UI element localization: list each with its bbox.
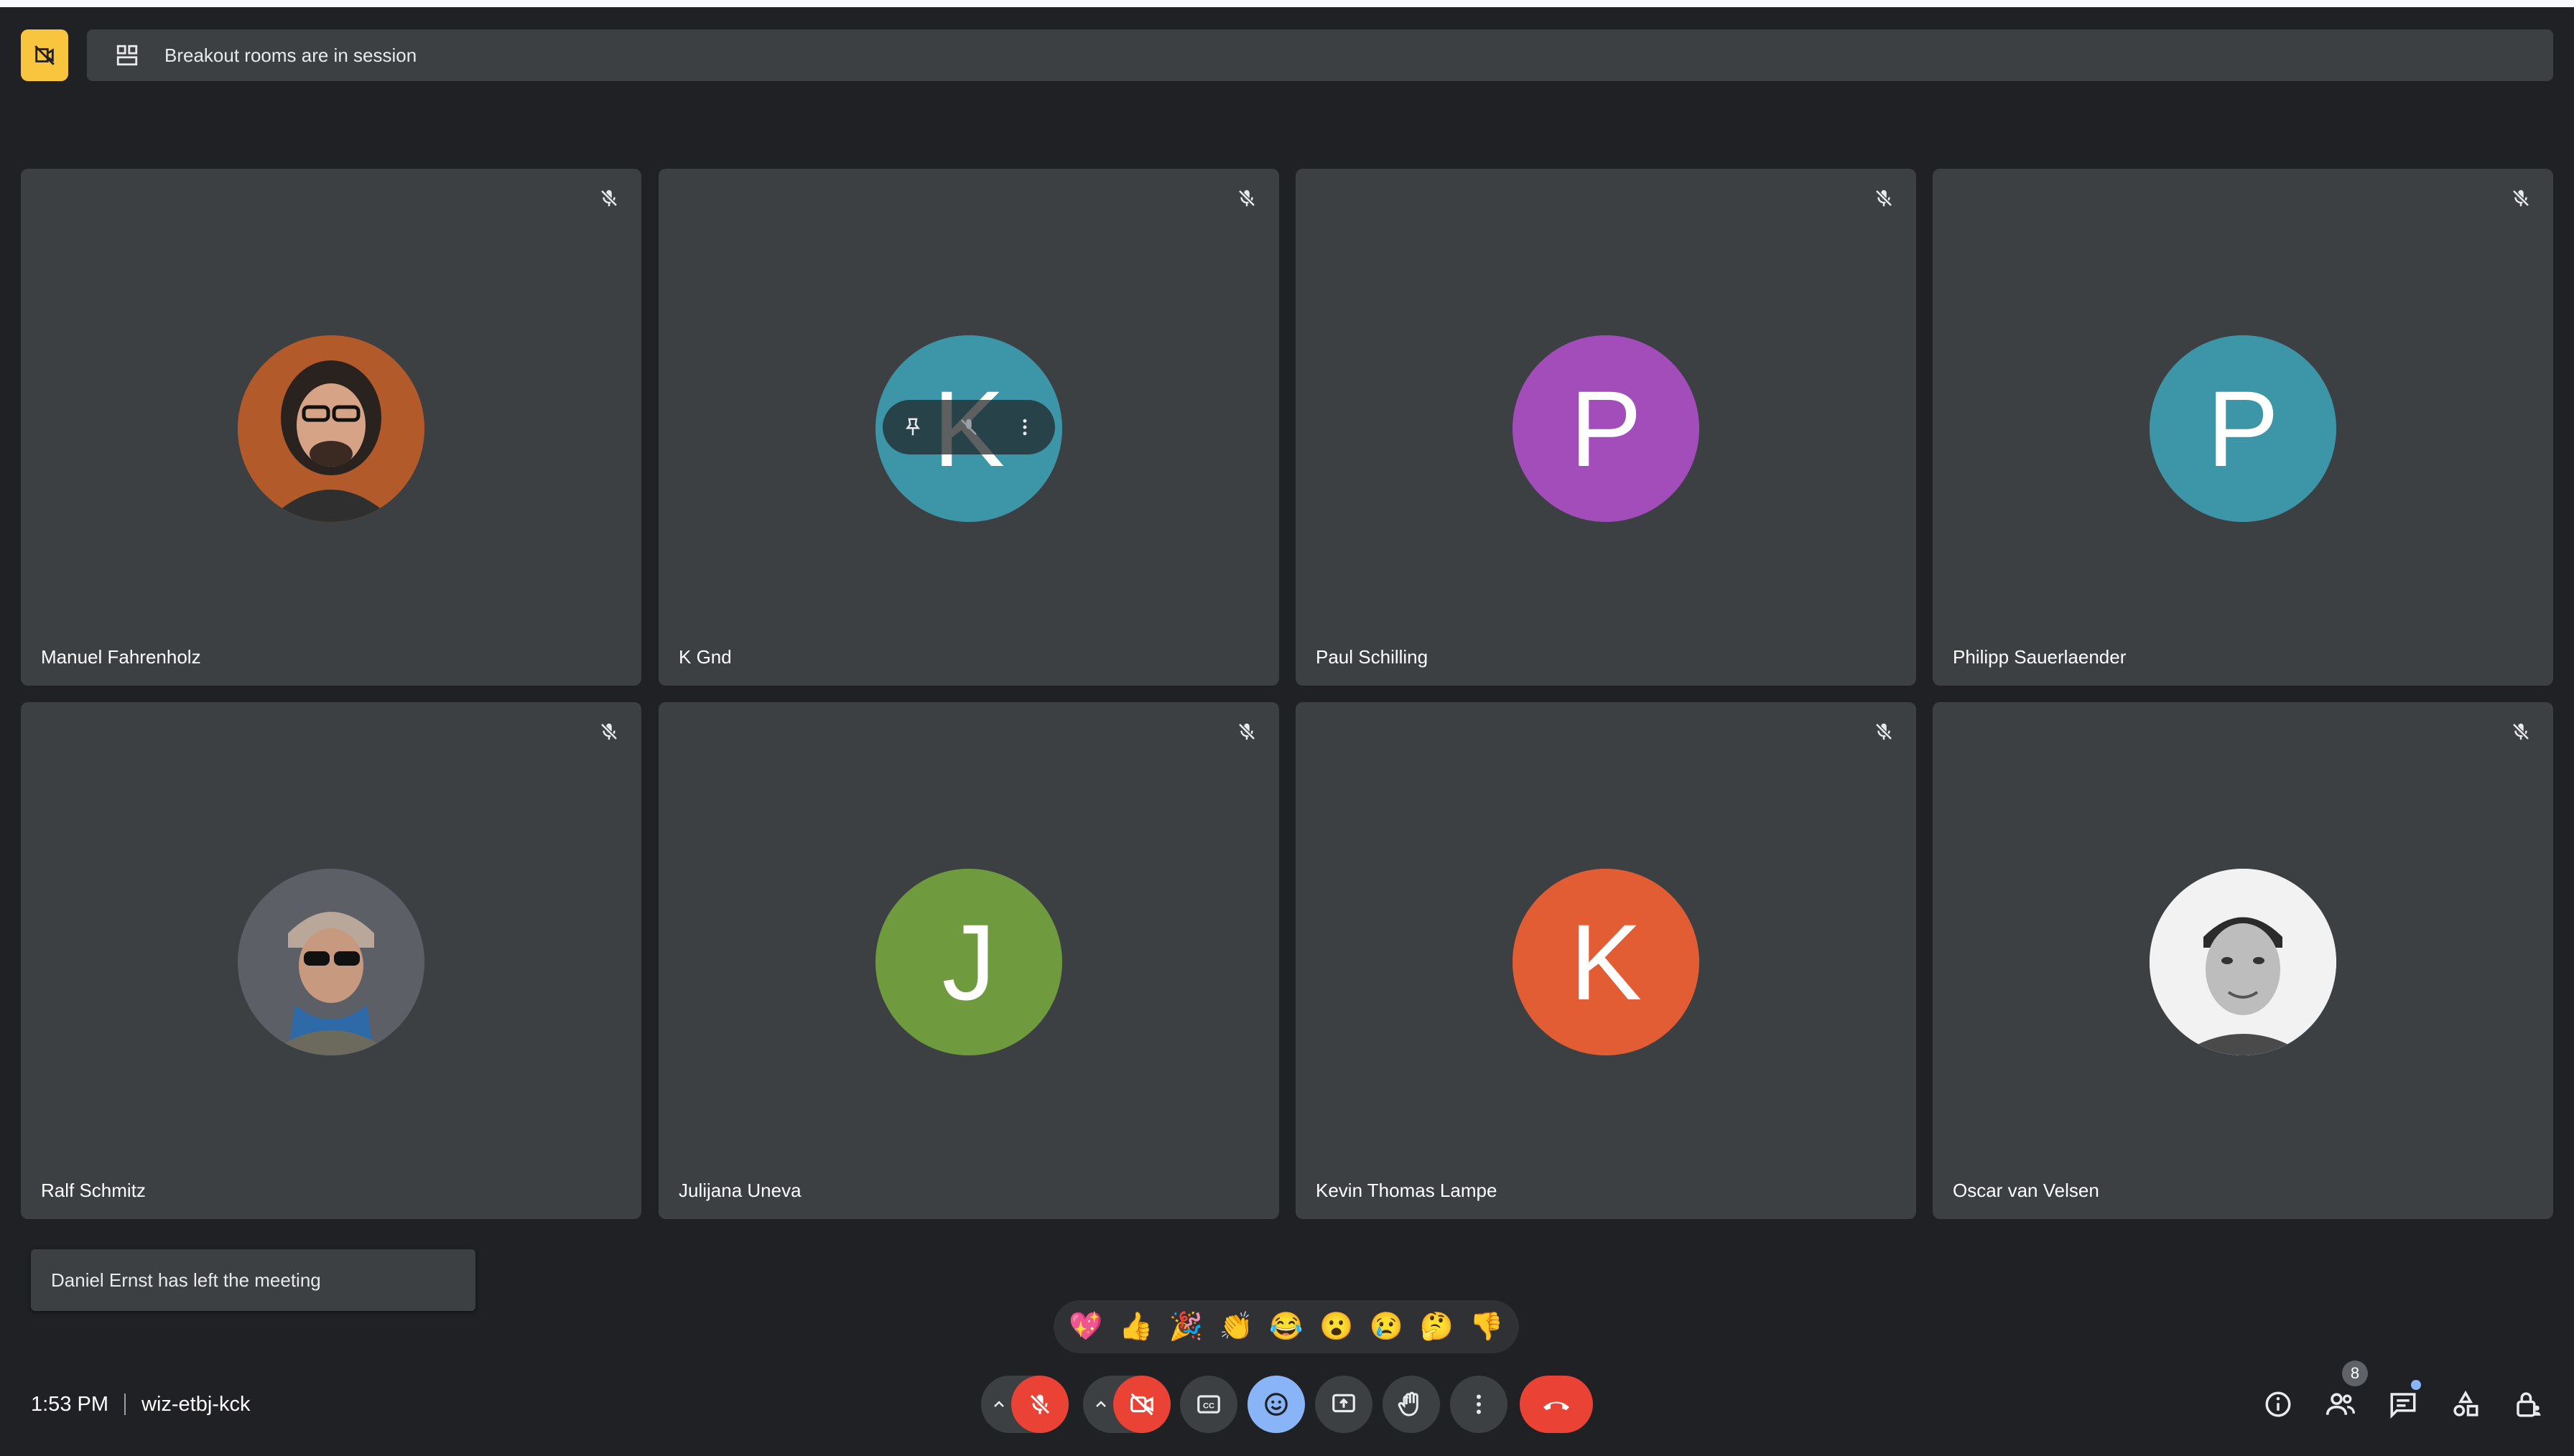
hang-up-icon [1543, 1401, 1569, 1410]
participant-tile[interactable]: J Julijana Uneva [659, 702, 1279, 1219]
mute-participant-icon[interactable] [956, 414, 982, 440]
recording-status-badge[interactable] [21, 29, 68, 81]
closed-captions-icon: CC [1197, 1395, 1220, 1414]
chevron-up-icon [994, 1401, 1004, 1407]
leave-call-button[interactable] [1520, 1376, 1593, 1433]
svg-text:CC: CC [1203, 1402, 1214, 1411]
present-screen-button[interactable] [1315, 1376, 1372, 1433]
reaction-thumbs-up[interactable]: 👍 [1119, 1313, 1153, 1340]
avatar-initial: J [942, 901, 996, 1022]
participant-tile[interactable]: P Paul Schilling [1296, 169, 1916, 686]
meeting-code: wiz-etbj-kck [141, 1392, 251, 1416]
breakout-banner[interactable]: Breakout rooms are in session [87, 29, 2553, 81]
divider [124, 1394, 126, 1415]
participant-name: Julijana Uneva [679, 1180, 802, 1201]
notification-toast: Daniel Ernst has left the meeting [31, 1249, 475, 1311]
participant-name: Manuel Fahrenholz [41, 646, 201, 668]
breakout-banner-text: Breakout rooms are in session [164, 44, 417, 66]
avatar [2150, 869, 2336, 1055]
avatar: J [875, 869, 1062, 1055]
avatar [238, 869, 424, 1055]
mic-off-icon [2509, 719, 2533, 744]
participant-tile[interactable]: Ralf Schmitz [21, 702, 641, 1219]
reaction-sparkling-heart[interactable]: 💖 [1069, 1313, 1102, 1340]
toast-text: Daniel Ernst has left the meeting [51, 1269, 321, 1291]
captions-button[interactable]: CC [1180, 1376, 1237, 1433]
activities-shapes-icon [2453, 1390, 2478, 1417]
avatar: K [1513, 869, 1699, 1055]
person-photo-icon [2150, 869, 2336, 1055]
audio-options-button[interactable] [985, 1376, 1013, 1433]
participant-name: Paul Schilling [1316, 646, 1428, 668]
video-off-icon [34, 45, 55, 65]
present-screen-icon [1332, 1394, 1355, 1413]
mic-off-icon [2509, 186, 2533, 210]
avatar: P [2150, 335, 2336, 522]
participant-name: Philipp Sauerlaender [1953, 646, 2127, 668]
reactions-bar: 💖 👍 🎉 👏 😂 😮 😢 🤔 👎 [1054, 1300, 1519, 1353]
reaction-thumbs-down[interactable]: 👎 [1469, 1313, 1503, 1340]
lock-person-icon [2517, 1392, 2541, 1417]
camera-toggle-button[interactable] [1113, 1376, 1171, 1433]
person-photo-icon [238, 335, 424, 522]
reaction-crying[interactable]: 😢 [1370, 1313, 1403, 1340]
chat-unread-indicator [2411, 1380, 2421, 1390]
emoji-smile-icon [1265, 1393, 1288, 1416]
avatar: P [1513, 335, 1699, 522]
people-button[interactable] [2322, 1386, 2359, 1423]
mic-off-icon [1235, 719, 1259, 744]
mic-off-icon [1235, 186, 1259, 210]
mic-off-icon [597, 719, 621, 744]
reaction-thinking[interactable]: 🤔 [1420, 1313, 1454, 1340]
window-top-edge [0, 0, 2574, 7]
avatar-initial: P [2206, 368, 2280, 489]
chevron-up-icon [1096, 1401, 1106, 1407]
participant-tile[interactable]: Manuel Fahrenholz [21, 169, 641, 686]
video-options-button[interactable] [1087, 1376, 1115, 1433]
meeting-time: 1:53 PM [31, 1392, 108, 1416]
pin-icon[interactable] [900, 414, 926, 440]
mic-off-icon [1872, 719, 1896, 744]
mic-off-icon [1029, 1394, 1051, 1415]
raise-hand-button[interactable] [1383, 1376, 1440, 1433]
avatar [238, 335, 424, 522]
tile-hover-controls [883, 400, 1055, 454]
participant-tile[interactable]: K K Gnd [659, 169, 1279, 686]
participant-tile[interactable]: K Kevin Thomas Lampe [1296, 702, 1916, 1219]
participant-tile[interactable]: Oscar van Velsen [1933, 702, 2553, 1219]
host-controls-button[interactable] [2509, 1386, 2547, 1423]
avatar-initial: P [1569, 368, 1643, 489]
more-vert-icon [1477, 1394, 1481, 1414]
participant-name: K Gnd [679, 646, 732, 668]
reaction-laughing[interactable]: 😂 [1269, 1313, 1303, 1340]
breakout-rooms-icon [113, 41, 141, 70]
participant-name: Oscar van Velsen [1953, 1180, 2099, 1201]
participant-name: Kevin Thomas Lampe [1316, 1180, 1497, 1201]
meeting-details-button[interactable] [2259, 1386, 2297, 1423]
participant-name: Ralf Schmitz [41, 1180, 146, 1201]
activities-button[interactable] [2447, 1386, 2484, 1423]
people-count-badge: 8 [2342, 1361, 2368, 1386]
person-photo-icon [238, 869, 424, 1055]
reaction-clapping[interactable]: 👏 [1219, 1313, 1253, 1340]
info-icon [2265, 1391, 2291, 1417]
more-options-icon[interactable] [1012, 414, 1038, 440]
mic-off-icon [597, 186, 621, 210]
microphone-toggle-button[interactable] [1011, 1376, 1069, 1433]
meeting-info: 1:53 PM wiz-etbj-kck [31, 1389, 250, 1420]
reaction-party-popper[interactable]: 🎉 [1169, 1313, 1203, 1340]
participant-tile[interactable]: P Philipp Sauerlaender [1933, 169, 2553, 686]
chat-button[interactable] [2384, 1386, 2422, 1423]
reaction-surprised[interactable]: 😮 [1319, 1313, 1353, 1340]
more-options-button[interactable] [1450, 1376, 1507, 1433]
avatar-initial: K [1569, 901, 1643, 1022]
chat-icon [2390, 1393, 2416, 1419]
video-off-icon [1130, 1393, 1153, 1416]
hand-icon [1398, 1391, 1418, 1417]
people-icon [2326, 1393, 2355, 1415]
mic-off-icon [1872, 186, 1896, 210]
reactions-button[interactable] [1247, 1376, 1305, 1433]
